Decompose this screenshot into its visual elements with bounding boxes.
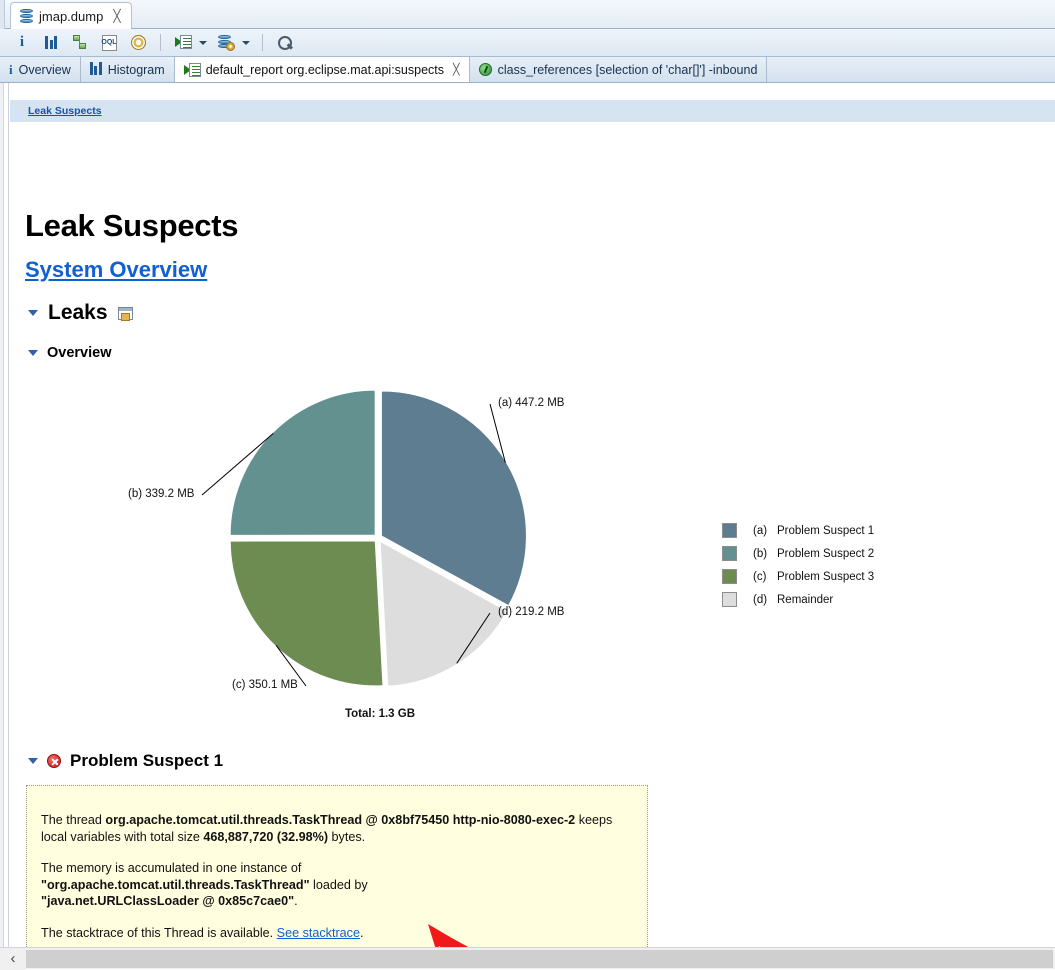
- pie-label-b: (b) 339.2 MB: [128, 488, 195, 500]
- tab-label: class_references [selection of 'char[]']…: [497, 62, 758, 77]
- editor-tab-bar: jmap.dump ╳: [0, 0, 1055, 29]
- legend-label: (a) Problem Suspect 1: [753, 524, 875, 537]
- chevron-down-icon[interactable]: [28, 758, 38, 764]
- tab-label: default_report org.eclipse.mat.api:suspe…: [205, 62, 445, 77]
- chevron-down-icon[interactable]: [28, 310, 38, 316]
- toolbar-separator-2: [262, 34, 263, 51]
- tab-class-references[interactable]: class_references [selection of 'char[]']…: [469, 57, 768, 82]
- section-header-leaks[interactable]: Leaks: [28, 301, 133, 325]
- view-tab-bar: i Overview Histogram default_report org.…: [0, 57, 1055, 83]
- horizontal-scrollbar[interactable]: ‹: [0, 947, 1055, 970]
- legend-item: (b) Problem Suspect 2: [722, 546, 874, 561]
- dominator-tree-icon[interactable]: [70, 33, 90, 53]
- section-header-overview[interactable]: Overview: [28, 345, 112, 361]
- legend-swatch: [722, 546, 737, 561]
- chart-legend: (a) Problem Suspect 1 (b) Problem Suspect …: [722, 523, 874, 615]
- breadcrumb: Leak Suspects: [10, 100, 1055, 122]
- oql-icon[interactable]: OQL: [99, 33, 119, 53]
- pie-slice-b[interactable]: [229, 389, 376, 536]
- database-icon: [20, 8, 33, 24]
- query-browser-icon[interactable]: [216, 33, 236, 53]
- page-title: Leak Suspects: [25, 208, 239, 243]
- tab-histogram[interactable]: Histogram: [80, 57, 175, 82]
- system-overview-link[interactable]: System Overview: [25, 257, 207, 283]
- pie-slice-c[interactable]: [229, 540, 384, 687]
- pie-label-c: (c) 350.1 MB: [232, 679, 298, 691]
- chevron-down-icon[interactable]: [28, 350, 38, 356]
- view-tab-filler: [767, 57, 1055, 82]
- error-icon: [47, 754, 61, 768]
- legend-swatch: [722, 592, 737, 607]
- tab-overview[interactable]: i Overview: [0, 57, 81, 82]
- globe-icon: [478, 63, 492, 76]
- editor-tab-label: jmap.dump: [39, 8, 104, 24]
- query-browser-dropdown-icon[interactable]: [242, 40, 250, 45]
- info-icon: i: [9, 61, 13, 77]
- tab-label: Overview: [18, 62, 71, 77]
- problem-suspect-description-box: The thread org.apache.tomcat.util.thread…: [26, 785, 648, 968]
- legend-label: (c) Problem Suspect 3: [753, 570, 875, 583]
- legend-item: (c) Problem Suspect 3: [722, 569, 874, 584]
- see-stacktrace-link[interactable]: See stacktrace: [277, 926, 360, 940]
- run-report-icon[interactable]: [173, 33, 193, 53]
- export-window-icon[interactable]: [117, 306, 133, 321]
- tab-label: Histogram: [107, 62, 165, 77]
- close-icon[interactable]: ╳: [453, 63, 460, 76]
- legend-swatch: [722, 569, 737, 584]
- section-header-problem-suspect-1[interactable]: Problem Suspect 1: [28, 751, 223, 771]
- search-icon[interactable]: [275, 33, 295, 53]
- report-icon: [183, 62, 201, 77]
- breadcrumb-link-leak-suspects[interactable]: Leak Suspects: [28, 105, 102, 117]
- toolbar: i OQL: [0, 29, 1055, 57]
- section-title: Leaks: [48, 301, 108, 324]
- legend-item: (a) Problem Suspect 1: [722, 523, 874, 538]
- pie-svg: [201, 389, 527, 687]
- legend-label: (b) Problem Suspect 2: [753, 547, 875, 560]
- section-title: Problem Suspect 1: [70, 751, 224, 770]
- pie-label-a: (a) 447.2 MB: [498, 397, 565, 409]
- close-icon[interactable]: ╳: [113, 9, 120, 23]
- pie-label-d: (d) 219.2 MB: [498, 606, 565, 618]
- settings-gear-icon[interactable]: [128, 33, 148, 53]
- section-title: Overview: [47, 345, 112, 361]
- suspect-paragraph-1: The thread org.apache.tomcat.util.thread…: [41, 813, 613, 844]
- histogram-icon: [89, 62, 102, 75]
- suspect-paragraph-2: The memory is accumulated in one instanc…: [41, 861, 368, 908]
- legend-swatch: [722, 523, 737, 538]
- run-report-dropdown-icon[interactable]: [199, 40, 207, 45]
- histogram-icon[interactable]: [41, 33, 61, 53]
- legend-item: (d) Remainder: [722, 592, 874, 607]
- report-content-pane: Leak Suspects Leak Suspects System Overv…: [0, 83, 1055, 968]
- chart-total-label: Total: 1.3 GB: [344, 708, 416, 720]
- toolbar-separator: [160, 34, 161, 51]
- editor-tab-jmap-dump[interactable]: jmap.dump ╳: [10, 2, 132, 29]
- legend-label: (d) Remainder: [753, 593, 834, 606]
- info-icon[interactable]: i: [12, 33, 32, 53]
- suspect-paragraph-3: The stacktrace of this Thread is availab…: [41, 925, 364, 940]
- scroll-left-button[interactable]: ‹: [0, 947, 26, 970]
- leak-suspects-pie-chart: Total: 1.3 GB (a) 447.2 MB (b) 339.2 MB …: [110, 383, 650, 733]
- scroll-track[interactable]: [26, 949, 1053, 968]
- tab-default-report-suspects[interactable]: default_report org.eclipse.mat.api:suspe…: [174, 57, 470, 82]
